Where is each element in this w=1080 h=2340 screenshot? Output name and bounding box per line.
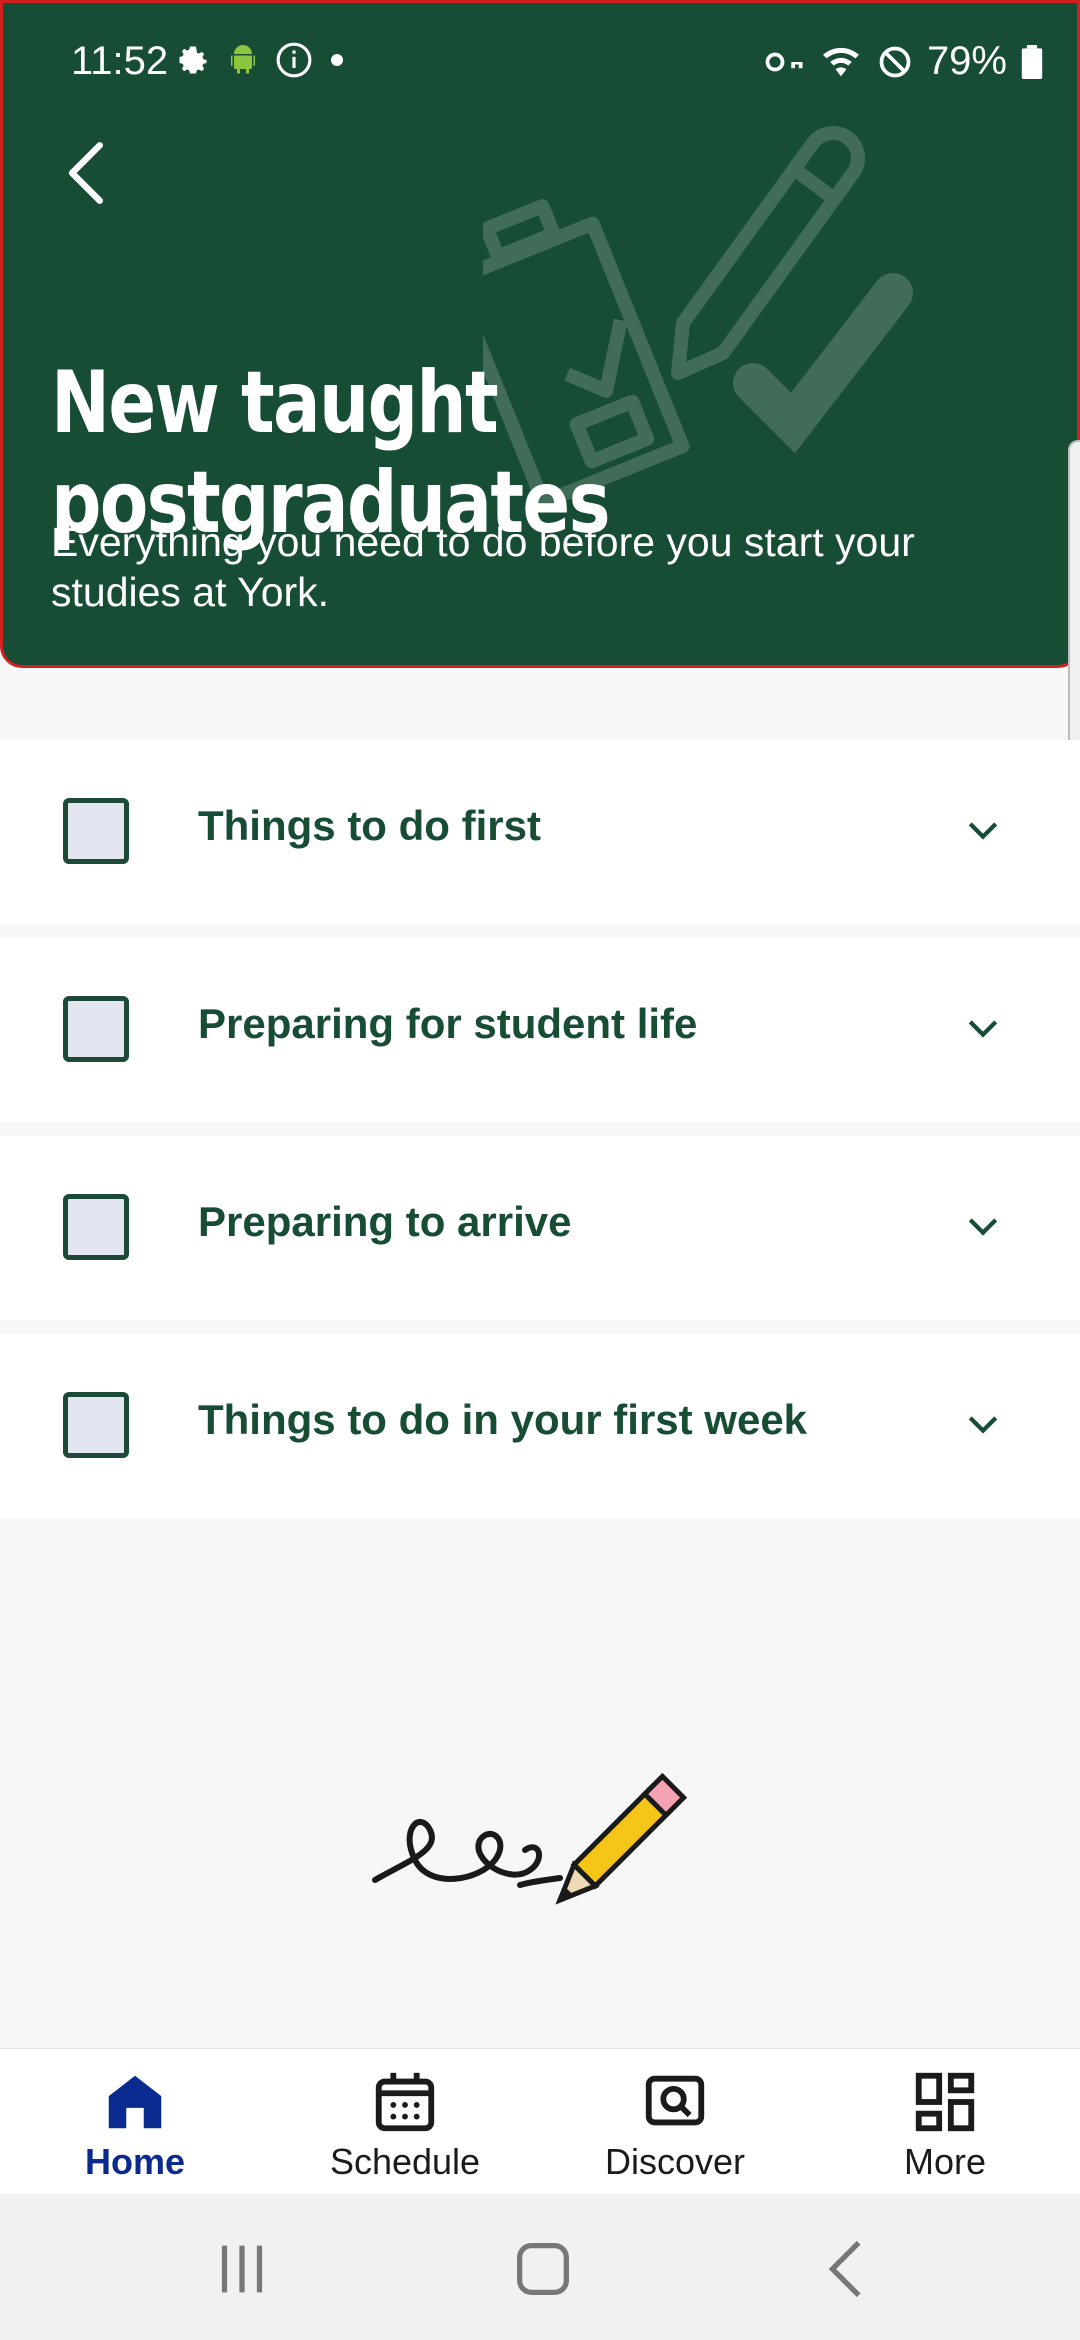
chevron-down-icon[interactable] bbox=[966, 814, 1000, 848]
nav-more-label: More bbox=[903, 2141, 987, 2182]
nav-home-label: Home bbox=[84, 2141, 186, 2182]
checklist-item-preparing-to-arrive[interactable]: Preparing to arrive bbox=[0, 1136, 1080, 1320]
checklist-item-label: Things to do in your first week bbox=[198, 1396, 808, 1443]
dot-icon bbox=[331, 54, 343, 66]
checkbox[interactable] bbox=[63, 1392, 129, 1458]
battery-percent: 79% bbox=[926, 39, 1007, 83]
discover-icon bbox=[645, 2075, 705, 2126]
recent-apps-icon[interactable] bbox=[207, 2234, 277, 2304]
nav-discover-label: Discover bbox=[604, 2141, 746, 2182]
nav-home[interactable]: Home bbox=[0, 2049, 270, 2195]
nav-schedule-label: Schedule bbox=[329, 2141, 481, 2182]
settings-icon bbox=[179, 46, 207, 74]
status-right-icons: 79% bbox=[765, 39, 1043, 84]
chevron-down-icon[interactable] bbox=[966, 1408, 1000, 1442]
checkbox[interactable] bbox=[63, 1194, 129, 1260]
battery-icon bbox=[1021, 44, 1043, 79]
checklist-item-preparing-for-student-life[interactable]: Preparing for student life bbox=[0, 938, 1080, 1122]
checklist-item-label: Things to do first bbox=[198, 802, 541, 849]
checklist-item-label: Preparing for student life bbox=[198, 1000, 698, 1047]
nav-schedule[interactable]: Schedule bbox=[270, 2049, 540, 2195]
page-header: 11:52 79% New taught postgraduates Every… bbox=[0, 0, 1080, 668]
status-bar: 11:52 79% bbox=[3, 3, 1077, 113]
checkbox[interactable] bbox=[63, 798, 129, 864]
status-left-icons bbox=[175, 41, 347, 79]
info-icon bbox=[276, 42, 312, 78]
calendar-icon bbox=[375, 2072, 435, 2132]
home-button-icon[interactable] bbox=[508, 2234, 578, 2304]
grid-icon bbox=[915, 2072, 975, 2132]
nav-more[interactable]: More bbox=[810, 2049, 1080, 2195]
chevron-down-icon[interactable] bbox=[966, 1210, 1000, 1244]
nav-discover[interactable]: Discover bbox=[540, 2049, 810, 2195]
checklist-item-label: Preparing to arrive bbox=[198, 1198, 572, 1245]
checklist: Things to do first Preparing for student… bbox=[0, 740, 1080, 1532]
do-not-disturb-icon bbox=[879, 46, 911, 77]
system-nav-bar bbox=[0, 2194, 1080, 2340]
checkbox[interactable] bbox=[63, 996, 129, 1062]
checklist-item-first-week[interactable]: Things to do in your first week bbox=[0, 1334, 1080, 1518]
wifi-icon bbox=[822, 47, 859, 76]
bottom-nav: Home Schedule Discover More bbox=[0, 2048, 1080, 2195]
home-icon bbox=[108, 2075, 162, 2129]
back-button-icon[interactable] bbox=[812, 2234, 882, 2304]
checklist-item-things-to-do-first[interactable]: Things to do first bbox=[0, 740, 1080, 924]
vpn-key-icon bbox=[765, 52, 803, 71]
signature-pencil-illustration bbox=[372, 1772, 688, 1905]
back-arrow-icon[interactable] bbox=[59, 141, 115, 205]
scroll-handle[interactable] bbox=[1068, 440, 1080, 784]
page-subtitle: Everything you need to do before you sta… bbox=[51, 519, 915, 615]
status-time: 11:52 bbox=[71, 39, 169, 83]
android-icon bbox=[231, 45, 255, 74]
chevron-down-icon[interactable] bbox=[966, 1012, 1000, 1046]
